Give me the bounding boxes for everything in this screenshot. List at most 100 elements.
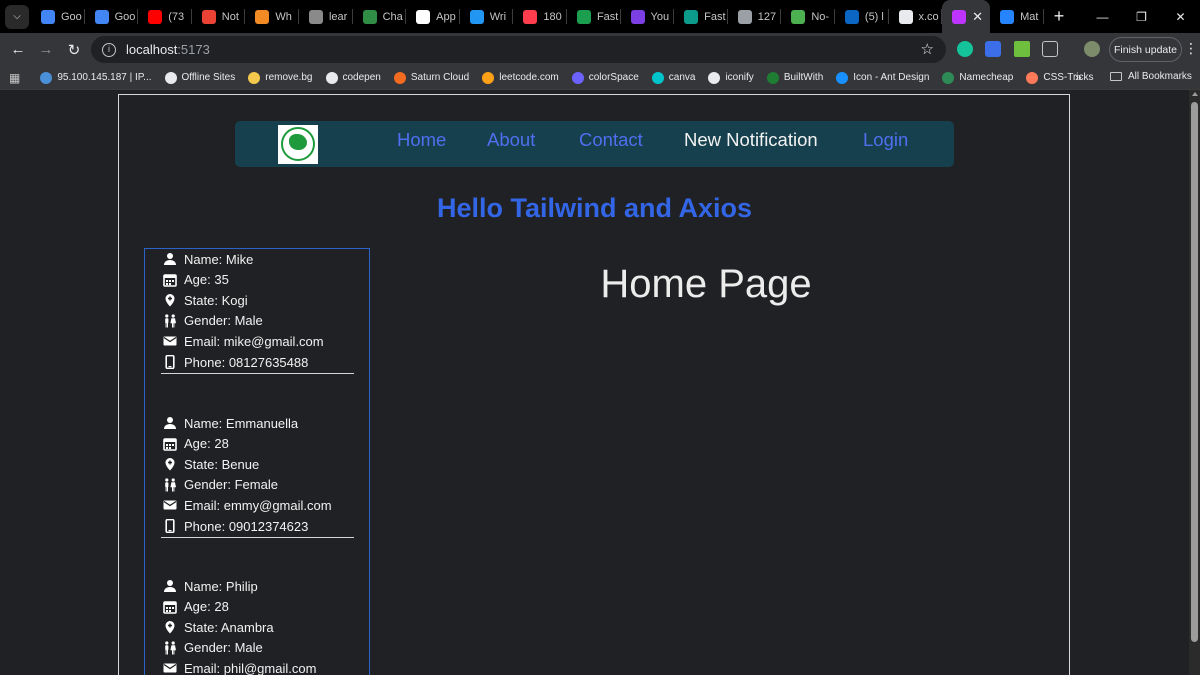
bookmark-item[interactable]: Saturn Cloud <box>393 71 470 84</box>
user-age-field: Age: 35 <box>161 270 229 290</box>
user-email-field: Email: emmy@gmail.com <box>161 495 332 515</box>
browser-tab[interactable]: Goo <box>85 0 139 33</box>
user-name-field: Name: Emmanuella <box>161 413 298 433</box>
back-icon[interactable]: ← <box>4 41 32 58</box>
browser-tab[interactable]: Fast <box>567 0 621 33</box>
browser-tab[interactable]: (5) l <box>835 0 889 33</box>
bookmark-item[interactable]: codepen <box>325 71 381 84</box>
close-window-icon[interactable]: ✕ <box>1161 10 1200 24</box>
bookmark-label: Saturn Cloud <box>410 72 470 83</box>
browser-tab[interactable]: Not <box>192 0 246 33</box>
browser-tab[interactable]: Wri <box>460 0 514 33</box>
close-tab-icon[interactable]: ✕ <box>972 9 983 25</box>
user-phone-text: Phone: 09012374623 <box>184 518 309 534</box>
tab-title: Wri <box>489 10 507 23</box>
bookmark-item[interactable]: Offline Sites <box>164 71 235 84</box>
card-divider <box>161 373 354 374</box>
all-bookmarks-button[interactable]: All Bookmarks <box>1110 71 1192 82</box>
bookmark-item[interactable]: remove.bg <box>248 71 313 84</box>
browser-tab[interactable]: App <box>406 0 460 33</box>
nav-login-link[interactable]: Login <box>863 129 908 151</box>
browser-menu-icon[interactable]: ⋮ <box>1184 40 1198 57</box>
tab-favicon-icon <box>308 9 323 24</box>
browser-tab[interactable]: No- <box>781 0 835 33</box>
bookmark-label: codepen <box>342 72 381 83</box>
browser-tab[interactable]: lear <box>299 0 353 33</box>
nav-about-link[interactable]: About <box>487 129 535 151</box>
address-url[interactable]: localhost:5173 <box>126 42 210 57</box>
navbar: Home About Contact New Notification Logi… <box>235 121 954 167</box>
address-bar[interactable]: i localhost:5173 ☆ <box>91 36 946 63</box>
user-gender-field: Gender: Female <box>161 475 278 495</box>
browser-tab[interactable]: 180 <box>513 0 567 33</box>
grammarly-extension-icon[interactable] <box>957 41 973 57</box>
browser-tab[interactable]: Cha <box>353 0 407 33</box>
bookmark-label: colorSpace <box>588 72 639 83</box>
site-info-icon[interactable]: i <box>102 42 116 57</box>
tab-strip: ⌵ Goo Goo (73 Not Wh lear Cha App Wri 180 Fast You F… <box>0 0 1200 33</box>
restore-icon[interactable]: ❐ <box>1122 10 1161 24</box>
tab-favicon-icon <box>791 9 806 24</box>
user-phone-text: Phone: 08127635488 <box>184 354 309 370</box>
bookmark-label: leetcode.com <box>499 72 559 83</box>
minimize-icon[interactable]: — <box>1083 10 1122 24</box>
browser-tab[interactable]: 127 <box>728 0 782 33</box>
tab-favicon-icon <box>41 9 55 24</box>
bookmark-item[interactable]: Namecheap <box>942 71 1013 84</box>
user-age-text: Age: 28 <box>184 599 229 615</box>
tab-favicon-icon <box>737 9 752 24</box>
apps-grid-icon[interactable]: ▦ <box>9 71 20 85</box>
tab-search-button[interactable]: ⌵ <box>5 4 29 29</box>
bookmark-star-icon[interactable]: ☆ <box>921 40 934 58</box>
scrollbar-thumb[interactable] <box>1191 102 1198 642</box>
coat-of-arms-logo[interactable] <box>278 125 318 164</box>
tab-title: (5) l <box>864 10 884 23</box>
bookmark-item[interactable]: 95.100.145.187 | IP... <box>40 71 152 84</box>
all-bookmarks-label: All Bookmarks <box>1128 71 1192 82</box>
tab-favicon-icon <box>148 9 163 24</box>
active-browser-tab[interactable]: ✕ <box>942 0 991 33</box>
nav-home-link[interactable]: Home <box>397 129 446 151</box>
tab-title: Fast <box>704 10 726 23</box>
profile-avatar[interactable] <box>1084 41 1100 57</box>
reload-icon[interactable]: ↻ <box>60 41 88 59</box>
bookmark-item[interactable]: iconify <box>708 71 754 84</box>
nav-contact-link[interactable]: Contact <box>579 129 643 151</box>
user-name-field: Name: Mike <box>161 249 253 269</box>
extension-icon[interactable] <box>985 41 1001 57</box>
bookmark-item[interactable]: canva <box>651 71 695 84</box>
user-name-text: Name: Mike <box>184 251 254 267</box>
more-bookmarks-button[interactable]: » <box>1075 70 1082 84</box>
browser-tab[interactable]: (73 <box>138 0 192 33</box>
calendar-icon <box>161 271 179 289</box>
user-email-text: Email: phil@gmail.com <box>184 660 317 675</box>
forward-icon[interactable]: → <box>32 41 60 58</box>
download-extension-icon[interactable] <box>1014 41 1030 57</box>
bookmark-item[interactable]: leetcode.com <box>482 71 559 84</box>
tab-favicon-icon <box>255 9 270 24</box>
tab-favicon-icon <box>844 9 859 24</box>
finish-update-button[interactable]: Finish update <box>1109 37 1182 62</box>
nav-new-notification-link[interactable]: New Notification <box>684 129 818 151</box>
page-scrollbar[interactable] <box>1189 90 1200 675</box>
bookmark-item[interactable]: CSS-Tricks <box>1026 71 1094 84</box>
browser-tab[interactable]: Fast <box>674 0 728 33</box>
tab-title: Wh <box>275 10 292 23</box>
bookmark-item[interactable]: BuiltWith <box>766 71 823 84</box>
bookmark-item[interactable]: colorSpace <box>571 71 639 84</box>
extensions-puzzle-icon[interactable] <box>1042 41 1058 57</box>
browser-tab[interactable]: Wh <box>245 0 299 33</box>
gender-icon <box>161 476 179 494</box>
browser-tab[interactable]: Mat <box>990 0 1044 33</box>
calendar-icon <box>161 598 179 616</box>
phone-icon <box>161 517 179 535</box>
bookmark-favicon-icon <box>571 71 584 84</box>
tab-favicon-icon <box>523 9 538 24</box>
bookmark-item[interactable]: Icon - Ant Design <box>836 71 929 84</box>
scroll-up-icon[interactable] <box>1192 92 1198 96</box>
browser-tab[interactable]: You <box>621 0 675 33</box>
browser-tab[interactable]: Goo <box>31 0 85 33</box>
browser-tab[interactable]: x.co <box>889 0 943 33</box>
bookmark-favicon-icon <box>482 71 495 84</box>
new-tab-button[interactable]: + <box>1054 6 1065 27</box>
